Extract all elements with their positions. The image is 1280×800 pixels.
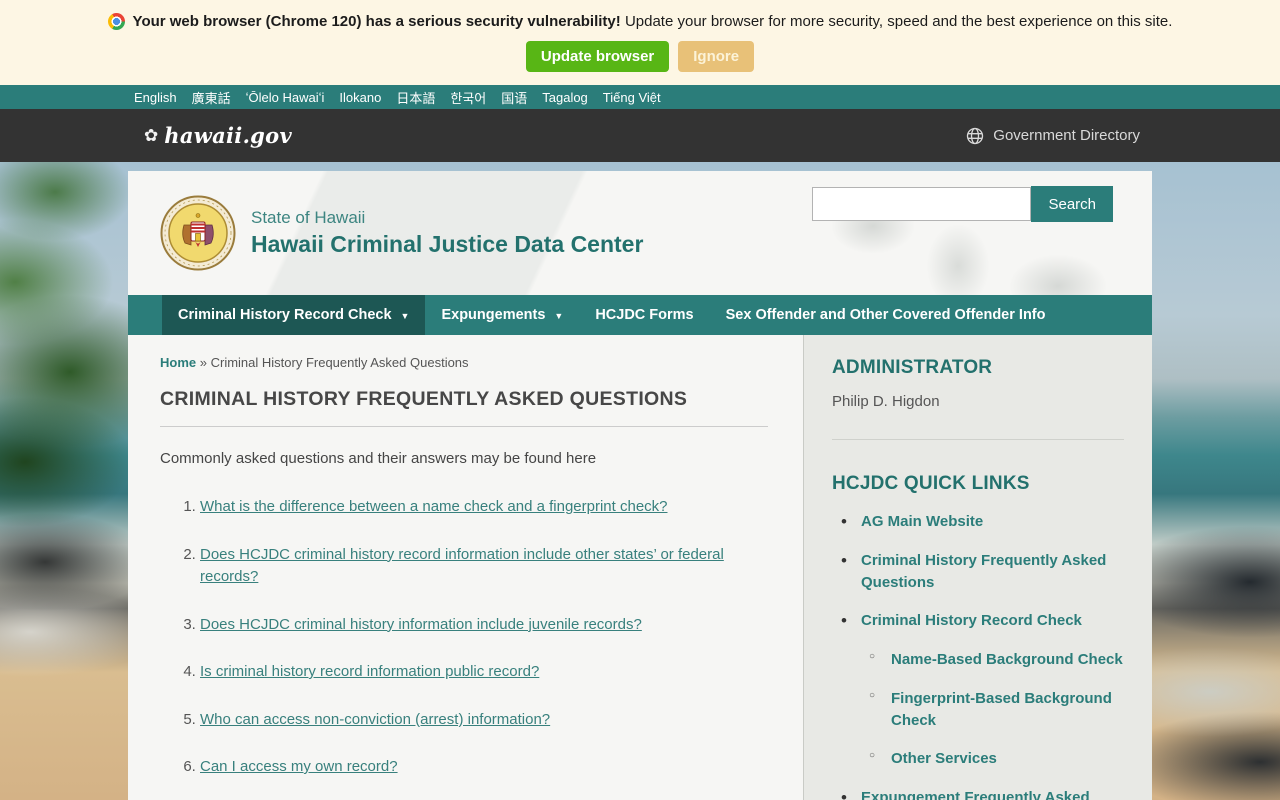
main-navigation: Criminal History Record Check ▼ Expungemen… [128,295,1152,335]
administrator-name: Philip D. Higdon [832,393,940,410]
quick-link[interactable]: Name-Based Background Check [891,651,1123,668]
intro-text: Commonly asked questions and their answe… [160,450,597,467]
quick-link[interactable]: Fingerprint-Based Background Check [891,690,1112,729]
faq-list-item: Is criminal history record information p… [200,661,768,684]
nav-item[interactable]: HCJDC Forms [579,295,709,335]
nav-item[interactable]: Criminal History Record Check ▼ [162,295,426,335]
quick-link-item: AG Main Website [832,510,1124,534]
faq-question-link[interactable]: Can I access my own record? [200,758,398,775]
language-link[interactable]: ʻŌlelo Hawaiʻi [246,90,325,105]
quick-link-item: Name-Based Background Check [832,649,1124,671]
faq-question-link[interactable]: Does HCJDC criminal history record infor… [200,546,724,586]
search-input[interactable] [812,187,1032,221]
quick-link[interactable]: Expungement Frequently Asked [861,789,1090,800]
quick-links-list: AG Main Website Criminal History Frequent… [832,510,1124,800]
language-link[interactable]: 国语 [501,88,527,107]
language-link[interactable]: Ilokano [339,90,381,105]
quick-link-item: Criminal History Frequently Asked Questi… [832,549,1124,594]
faq-list-item: Does HCJDC criminal history record infor… [200,544,768,589]
update-browser-button[interactable]: Update browser [525,41,670,72]
quick-links-heading: HCJDC QUICK LINKS [832,473,1030,494]
chevron-down-icon: ▼ [400,311,410,321]
language-link[interactable]: Tiếng Việt [603,90,661,105]
site-search: Search [812,186,1113,222]
sidebar: ADMINISTRATOR Philip D. Higdon HCJDC QUI… [803,335,1152,800]
quick-link-item: Expungement Frequently Asked [832,786,1124,800]
government-directory-link[interactable]: Government Directory [965,126,1140,146]
ignore-button[interactable]: Ignore [678,41,755,72]
administrator-heading: ADMINISTRATOR [832,357,993,378]
faq-question-link[interactable]: Does HCJDC criminal history information … [200,616,642,633]
state-of-hawaii-seal [160,195,236,271]
nav-item[interactable]: Expungements ▼ [425,295,579,335]
agency-name: State of Hawaii [251,208,366,227]
globe-icon [967,127,984,144]
faq-list-item: What is the difference between a name ch… [200,496,768,519]
faq-list-item: Can I access my own record? [200,756,768,779]
content-card: State of Hawaii Hawaii Criminal Justice … [128,171,1152,800]
breadcrumb-current: Criminal History Frequently Asked Questi… [210,355,469,370]
sidebar-divider [832,439,1124,440]
breadcrumb: Home » Criminal History Frequently Asked… [160,355,768,370]
hibiscus-icon: ✿ [144,125,159,145]
language-link[interactable]: 廣東話 [192,88,231,107]
quick-link[interactable]: AG Main Website [861,513,983,530]
quick-link-item: Criminal History Record Check [832,609,1124,633]
quick-link-item: Other Services [832,748,1124,770]
faq-question-link[interactable]: Who can access non-conviction (arrest) i… [200,711,550,728]
language-link[interactable]: Tagalog [542,90,588,105]
quick-link-item: Fingerprint-Based Background Check [832,688,1124,732]
chrome-icon [107,13,125,30]
faq-list-item: Who can access non-conviction (arrest) i… [200,709,768,732]
hawaii-gov-header: ✿ hawaii.gov Government Directory [0,109,1280,162]
quick-link[interactable]: Criminal History Record Check [861,612,1082,629]
banner-message: Your web browser (Chrome 120) has a seri… [132,13,1173,30]
chevron-down-icon: ▼ [554,311,564,321]
faq-list: What is the difference between a name ch… [160,496,768,800]
quick-link[interactable]: Other Services [891,750,997,767]
search-button[interactable]: Search [1031,186,1113,222]
language-link[interactable]: 日本語 [396,88,435,107]
nav-item[interactable]: Sex Offender and Other Covered Offender … [710,295,1062,335]
faq-question-link[interactable]: Is criminal history record information p… [200,663,539,680]
hawaii-gov-logo[interactable]: ✿ hawaii.gov [144,123,292,148]
breadcrumb-separator: » [199,355,207,370]
site-title[interactable]: Hawaii Criminal Justice Data Center [251,231,643,258]
faq-list-item: Does HCJDC criminal history information … [200,614,768,637]
language-link[interactable]: English [134,90,177,105]
breadcrumb-home-link[interactable]: Home [160,355,196,370]
browser-update-banner: Your web browser (Chrome 120) has a seri… [0,0,1280,85]
page-title: CRIMINAL HISTORY FREQUENTLY ASKED QUESTI… [160,388,768,427]
site-header: State of Hawaii Hawaii Criminal Justice … [128,171,1152,295]
language-link[interactable]: 한국어 [450,88,486,107]
faq-question-link[interactable]: What is the difference between a name ch… [200,498,668,515]
quick-link[interactable]: Criminal History Frequently Asked Questi… [861,552,1106,591]
language-bar: English 廣東話 ʻŌlelo Hawaiʻi Ilokano 日本語 한국어 国语 T… [0,85,1280,109]
main-content: Home » Criminal History Frequently Asked… [128,335,803,800]
